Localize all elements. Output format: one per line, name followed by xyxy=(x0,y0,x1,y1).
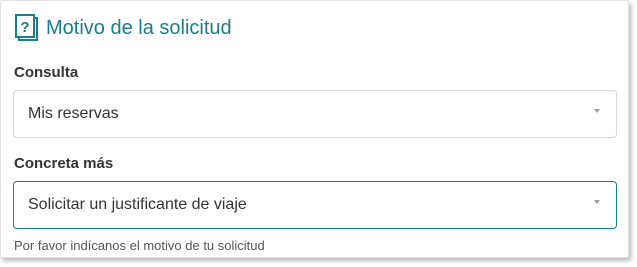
caret-down-icon xyxy=(594,200,600,204)
request-reason-card: ? Motivo de la solicitud Consulta Mis re… xyxy=(0,0,629,258)
consulta-label: Consulta xyxy=(14,64,79,81)
concreta-selected-value: Solicitar un justificante de viaje xyxy=(28,196,247,213)
consulta-selected-value: Mis reservas xyxy=(28,105,119,122)
consulta-select[interactable]: Mis reservas xyxy=(13,90,617,138)
concreta-select[interactable]: Solicitar un justificante de viaje xyxy=(13,181,617,229)
caret-down-icon xyxy=(594,109,600,113)
question-document-icon: ? xyxy=(15,14,38,41)
concreta-hint: Por favor indícanos el motivo de tu soli… xyxy=(14,238,265,253)
svg-text:?: ? xyxy=(20,19,29,36)
section-header: ? Motivo de la solicitud xyxy=(14,13,232,43)
section-title: Motivo de la solicitud xyxy=(46,17,232,39)
concreta-label: Concreta más xyxy=(14,155,114,172)
